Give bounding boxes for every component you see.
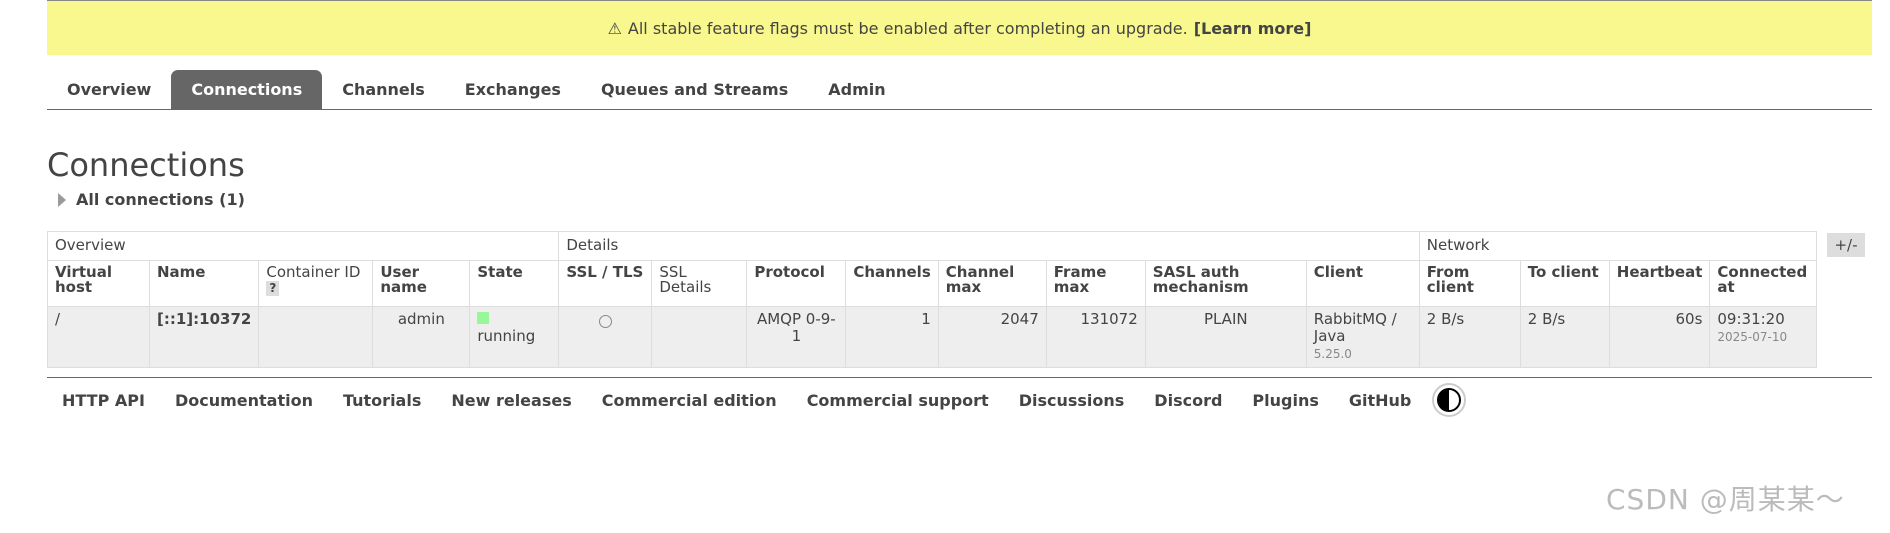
tab-exchanges[interactable]: Exchanges (445, 70, 581, 109)
warning-icon: ⚠ (607, 18, 622, 38)
group-network: Network (1418, 231, 1818, 261)
cell-state-label: running (477, 327, 536, 345)
connections-table: Overview Details Network Virtual host Na… (46, 231, 1818, 368)
cell-connected-at: 09:31:20 2025-07-10 (1709, 306, 1818, 368)
cell-sasl: PLAIN (1144, 306, 1307, 368)
col-ssl-details: SSL Details (651, 260, 748, 307)
col-channel-max[interactable]: Channel max (937, 260, 1047, 307)
cell-frame-max: 131072 (1045, 306, 1146, 368)
footer-link-documentation[interactable]: Documentation (160, 391, 328, 410)
col-name[interactable]: Name (148, 260, 260, 307)
tab-overview[interactable]: Overview (47, 70, 171, 109)
footer-link-http-api[interactable]: HTTP API (47, 391, 160, 410)
cell-heartbeat: 60s (1608, 306, 1711, 368)
col-frame-max[interactable]: Frame max (1045, 260, 1146, 307)
footer-links: HTTP API Documentation Tutorials New rel… (47, 377, 1872, 422)
help-icon[interactable]: ? (266, 281, 280, 296)
cell-ssl (558, 306, 653, 368)
footer-link-commercial-support[interactable]: Commercial support (792, 391, 1004, 410)
col-connected-at[interactable]: Connected at (1709, 260, 1818, 307)
tab-connections[interactable]: Connections (171, 70, 323, 109)
ssl-off-icon (598, 315, 612, 328)
footer-link-discord[interactable]: Discord (1139, 391, 1237, 410)
columns-toggle-button[interactable]: +/- (1827, 233, 1865, 257)
cell-to-client: 2 B/s (1519, 306, 1610, 368)
table-row[interactable]: / [::1]:10372 admin running AMQP 0-9-1 1… (47, 306, 1818, 368)
cell-client: RabbitMQ / Java 5.25.0 (1305, 306, 1420, 368)
tab-admin[interactable]: Admin (808, 70, 905, 109)
col-sasl-auth[interactable]: SASL auth mechanism (1144, 260, 1307, 307)
col-container-id: Container ID ? (258, 260, 374, 307)
col-ssl-tls[interactable]: SSL / TLS (558, 260, 653, 307)
col-client[interactable]: Client (1305, 260, 1420, 307)
col-virtual-host[interactable]: Virtual host (47, 260, 150, 307)
banner-text: All stable feature flags must be enabled… (627, 18, 1188, 38)
group-overview: Overview (46, 231, 560, 261)
footer-link-new-releases[interactable]: New releases (436, 391, 586, 410)
all-connections-toggle[interactable]: All connections (1) (58, 190, 245, 209)
main-nav-tabs: Overview Connections Channels Exchanges … (47, 70, 1872, 110)
table-group-header-row: Overview Details Network (46, 231, 1818, 261)
theme-toggle-icon[interactable] (1432, 383, 1467, 417)
connection-name-link[interactable]: [::1]:10372 (148, 306, 260, 368)
col-to-client[interactable]: To client (1519, 260, 1610, 307)
contrast-icon (1437, 388, 1462, 412)
cell-client-name: RabbitMQ / Java (1313, 310, 1397, 345)
table-header-row: Virtual host Name Container ID ? User na… (47, 260, 1818, 307)
col-state[interactable]: State (469, 260, 560, 307)
footer-link-discussions[interactable]: Discussions (1004, 391, 1140, 410)
cell-ssl-details (651, 306, 748, 368)
watermark-text: CSDN @周某某～ (1606, 483, 1845, 516)
footer-link-commercial-edition[interactable]: Commercial edition (587, 391, 792, 410)
cell-from-client: 2 B/s (1418, 306, 1521, 368)
col-channels[interactable]: Channels (845, 260, 939, 307)
tab-queues-streams[interactable]: Queues and Streams (581, 70, 808, 109)
cell-state: running (469, 306, 560, 368)
learn-more-link[interactable]: [Learn more] (1194, 19, 1312, 38)
cell-channel-max: 2047 (937, 306, 1047, 368)
cell-connected-time: 09:31:20 (1717, 310, 1785, 328)
col-protocol[interactable]: Protocol (746, 260, 847, 307)
state-indicator-icon (477, 312, 490, 324)
tab-channels[interactable]: Channels (322, 70, 445, 109)
cell-channels: 1 (845, 306, 939, 368)
all-connections-label: All connections (1) (76, 190, 245, 209)
expand-triangle-icon (58, 192, 66, 207)
col-container-id-label: Container ID (266, 263, 361, 281)
feature-flag-banner: ⚠ All stable feature flags must be enabl… (47, 0, 1872, 55)
page-title: Connections (47, 146, 245, 184)
cell-connected-date: 2025-07-10 (1717, 330, 1788, 344)
col-heartbeat[interactable]: Heartbeat (1608, 260, 1711, 307)
footer-link-github[interactable]: GitHub (1334, 391, 1427, 410)
cell-user: admin (372, 306, 471, 368)
cell-client-version: 5.25.0 (1313, 347, 1352, 361)
col-from-client[interactable]: From client (1418, 260, 1521, 307)
cell-protocol: AMQP 0-9-1 (746, 306, 847, 368)
cell-vhost: / (47, 306, 150, 368)
footer-link-tutorials[interactable]: Tutorials (328, 391, 436, 410)
footer-link-plugins[interactable]: Plugins (1237, 391, 1333, 410)
group-details: Details (558, 231, 1420, 261)
col-user-name[interactable]: User name (372, 260, 471, 307)
cell-container-id (258, 306, 374, 368)
